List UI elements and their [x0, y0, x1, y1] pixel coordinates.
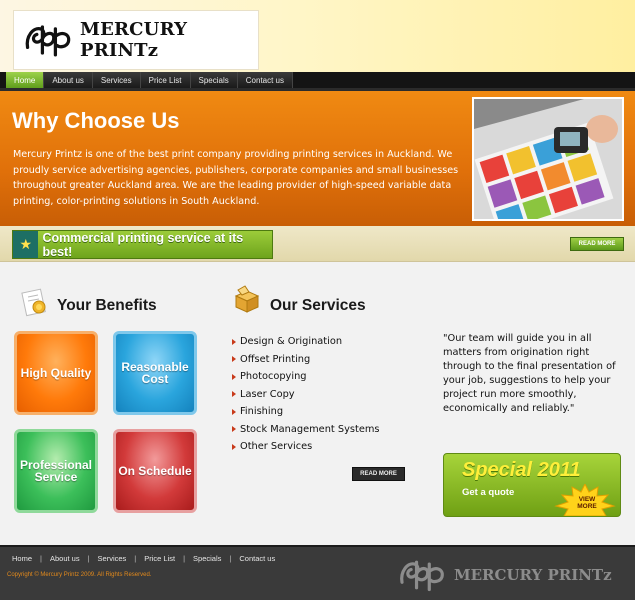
service-label: Design & Origination — [240, 336, 343, 348]
logo-text: MERCURY PRINTz — [79, 19, 188, 61]
view-more-badge[interactable]: VIEW MORE — [572, 496, 602, 510]
special-subtitle: Get a quote — [462, 487, 515, 498]
printing-press-photo — [472, 97, 624, 221]
banner-read-more-button[interactable]: READ MORE — [570, 237, 624, 251]
service-item-other-services[interactable]: Other Services — [232, 438, 380, 456]
team-quote: "Our team will guide you in all matters … — [443, 333, 616, 414]
service-label: Finishing — [240, 406, 284, 418]
service-item-stock-management[interactable]: Stock Management Systems — [232, 421, 380, 439]
benefits-title: Your Benefits — [57, 297, 157, 314]
footer-logo-icon — [400, 560, 444, 592]
footer-link-about-us[interactable]: About us — [50, 554, 80, 563]
footer-link-home[interactable]: Home — [12, 554, 32, 563]
footer-separator: | — [183, 554, 186, 563]
footer-link-specials[interactable]: Specials — [193, 554, 221, 563]
printing-press-illustration — [474, 99, 622, 219]
nav-item-contact-us[interactable]: Contact us — [237, 72, 294, 88]
services-title: Our Services — [270, 297, 366, 314]
site-footer: Home | About us | Services | Price List | Sp… — [0, 545, 635, 600]
footer-copyright: Copyright © Mercury Printz 2009. All Rig… — [7, 572, 152, 578]
arrow-icon — [232, 391, 236, 398]
service-item-design-origination[interactable]: Design & Origination — [232, 333, 380, 351]
footer-nav: Home | About us | Services | Price List | Sp… — [12, 554, 275, 563]
nav-item-specials[interactable]: Specials — [190, 72, 238, 88]
banner-text: Commercial printing service at its best! — [42, 230, 244, 259]
service-item-laser-copy[interactable]: Laser Copy — [232, 386, 380, 404]
nav-item-home[interactable]: Home — [6, 72, 45, 88]
logo-icon — [25, 25, 71, 57]
service-label: Other Services — [240, 441, 313, 453]
box-icon — [234, 285, 260, 313]
services-read-more-button[interactable]: READ MORE — [352, 467, 405, 481]
nav-item-about-us[interactable]: About us — [44, 72, 93, 88]
certificate-icon — [21, 288, 46, 317]
footer-separator: | — [87, 554, 90, 563]
arrow-icon — [232, 338, 236, 345]
arrow-icon — [232, 356, 236, 363]
arrow-icon — [232, 443, 236, 450]
benefit-tile-on-schedule[interactable]: On Schedule — [113, 429, 197, 513]
special-title: Special 2011 — [462, 459, 581, 481]
footer-link-contact-us[interactable]: Contact us — [239, 554, 275, 563]
main-nav: Home About us Services Price List Specia… — [0, 72, 635, 88]
service-label: Photocopying — [240, 371, 307, 383]
logo[interactable]: MERCURY PRINTz — [13, 10, 259, 70]
service-label: Stock Management Systems — [240, 423, 380, 435]
hero-section: Why Choose Us Mercury Printz is one of t… — [0, 88, 635, 226]
footer-link-services[interactable]: Services — [98, 554, 127, 563]
special-offer-box[interactable]: Special 2011 Get a quote VIEW MORE — [443, 453, 621, 517]
footer-link-price-list[interactable]: Price List — [144, 554, 175, 563]
benefit-tile-reasonable-cost[interactable]: Reasonable Cost — [113, 331, 197, 415]
arrow-icon — [232, 408, 236, 415]
footer-separator: | — [229, 554, 232, 563]
footer-logo-text: MERCURY PRINTz — [454, 566, 612, 584]
nav-item-price-list[interactable]: Price List — [140, 72, 191, 88]
footer-separator: | — [134, 554, 137, 563]
benefit-tile-high-quality[interactable]: High Quality — [14, 331, 98, 415]
footer-separator: | — [40, 554, 42, 563]
services-list: Design & Origination Offset Printing Pho… — [232, 333, 380, 456]
hero-text: Mercury Printz is one of the best print … — [13, 149, 459, 208]
service-label: Laser Copy — [240, 388, 295, 400]
site-header: MERCURY PRINTz — [0, 0, 635, 72]
arrow-icon — [232, 373, 236, 380]
service-item-finishing[interactable]: Finishing — [232, 403, 380, 421]
service-label: Offset Printing — [240, 353, 311, 365]
star-icon: ★ — [13, 231, 39, 258]
service-item-offset-printing[interactable]: Offset Printing — [232, 351, 380, 369]
service-item-photocopying[interactable]: Photocopying — [232, 368, 380, 386]
nav-item-services[interactable]: Services — [92, 72, 141, 88]
hero-title: Why Choose Us — [12, 108, 180, 133]
benefit-tile-professional-service[interactable]: Professional Service — [14, 429, 98, 513]
banner-pill: ★ Commercial printing service at its bes… — [12, 230, 273, 259]
promo-banner: ★ Commercial printing service at its bes… — [0, 226, 635, 262]
arrow-icon — [232, 426, 236, 433]
footer-logo: MERCURY PRINTz — [394, 555, 612, 595]
